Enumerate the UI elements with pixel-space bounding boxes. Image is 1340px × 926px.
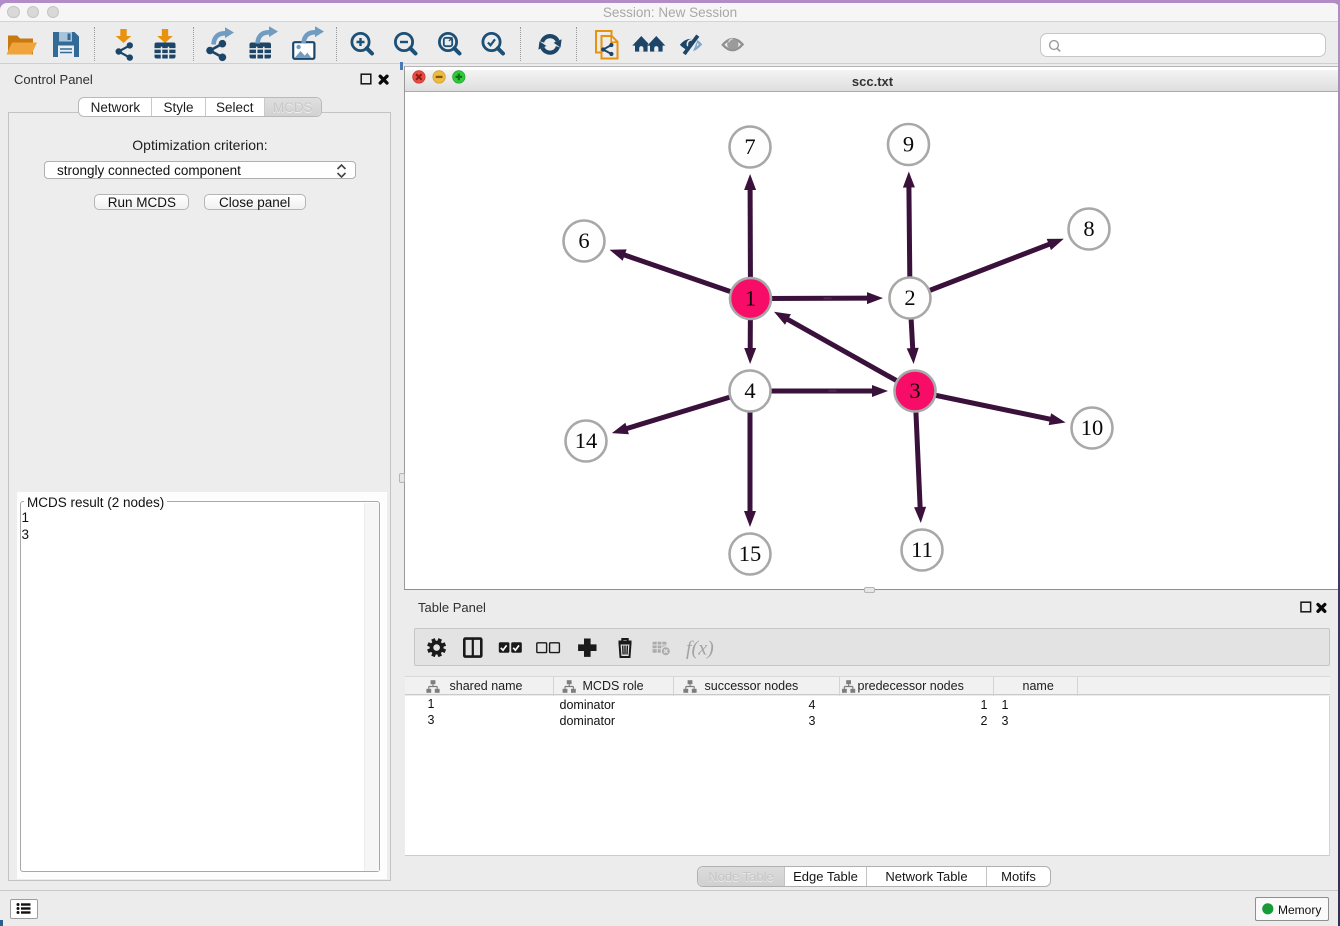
- svg-text:f(x): f(x): [686, 638, 714, 660]
- svg-text:9: 9: [903, 132, 914, 157]
- svg-text:7: 7: [744, 134, 755, 159]
- svg-text:15: 15: [739, 541, 762, 566]
- svg-text:3: 3: [909, 378, 920, 403]
- svg-text:2: 2: [904, 285, 915, 310]
- svg-text:10: 10: [1081, 415, 1104, 440]
- svg-text:11: 11: [911, 537, 933, 562]
- svg-text:8: 8: [1083, 216, 1094, 241]
- svg-text:4: 4: [744, 378, 755, 403]
- svg-text:1: 1: [745, 286, 756, 311]
- svg-text:14: 14: [575, 428, 598, 453]
- svg-text:6: 6: [578, 228, 589, 253]
